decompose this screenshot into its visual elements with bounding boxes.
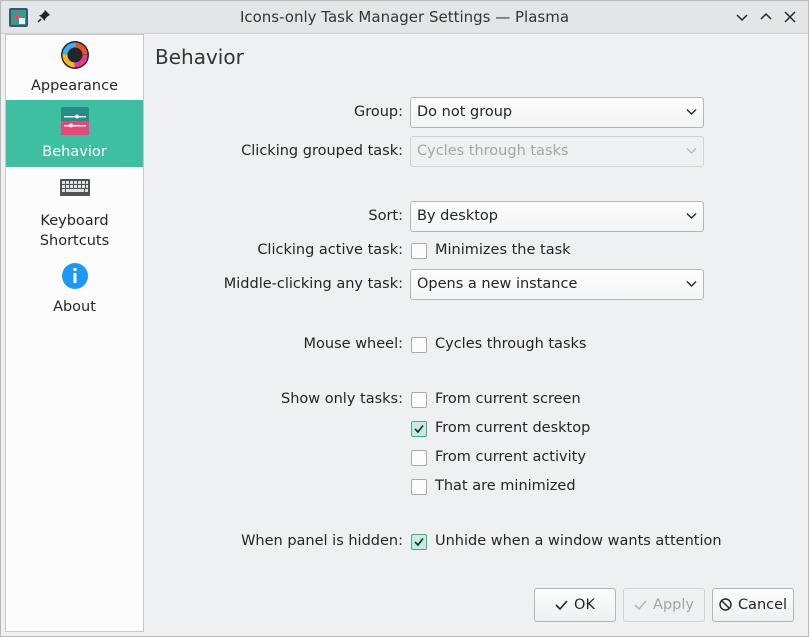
sliders-icon — [61, 107, 89, 135]
ok-label: OK — [574, 597, 595, 613]
color-wheel-icon — [61, 41, 89, 69]
clicking-grouped-label: Clicking grouped task: — [241, 143, 403, 159]
settings-window: Icons-only Task Manager Settings — Plasm… — [0, 0, 809, 637]
current-desktop-text[interactable]: From current desktop — [435, 420, 590, 436]
titlebar: Icons-only Task Manager Settings — Plasm… — [1, 1, 808, 34]
minimized-checkbox[interactable] — [411, 479, 427, 495]
sidebar-item-keyboard-shortcuts[interactable]: Keyboard Shortcuts — [6, 167, 143, 253]
apply-label: Apply — [653, 597, 694, 613]
current-activity-text[interactable]: From current activity — [435, 449, 586, 465]
show-only-label: Show only tasks: — [281, 391, 403, 407]
checkmark-icon — [414, 538, 424, 547]
current-screen-text[interactable]: From current screen — [435, 391, 581, 407]
clicking-grouped-combobox[interactable]: Cycles through tasks — [410, 136, 704, 167]
clicking-active-label: Clicking active task: — [257, 242, 403, 258]
unhide-attention-text[interactable]: Unhide when a window wants attention — [435, 533, 722, 549]
panel-hidden-label: When panel is hidden: — [241, 533, 403, 549]
sidebar-item-label-line2: Shortcuts — [39, 233, 110, 249]
mouse-wheel-text[interactable]: Cycles through tasks — [435, 336, 586, 352]
apply-button[interactable]: Apply — [623, 588, 705, 622]
middle-click-label: Middle-clicking any task: — [223, 276, 403, 292]
checkmark-icon — [414, 425, 424, 434]
current-desktop-checkbox[interactable] — [411, 421, 427, 437]
maximize-icon[interactable] — [758, 9, 774, 25]
unhide-attention-checkbox[interactable] — [411, 534, 427, 550]
chevron-down-icon — [686, 213, 697, 219]
middle-click-combobox[interactable]: Opens a new instance — [410, 269, 704, 300]
middle-click-value: Opens a new instance — [417, 276, 578, 292]
minimized-text[interactable]: That are minimized — [435, 478, 576, 494]
cancel-icon — [719, 598, 732, 611]
chevron-down-icon — [686, 109, 697, 115]
checkmark-icon — [555, 600, 568, 611]
ok-button[interactable]: OK — [534, 588, 616, 622]
minimizes-task-text[interactable]: Minimizes the task — [435, 242, 571, 258]
sidebar-item-label: Behavior — [42, 144, 107, 160]
sidebar: Appearance Behavior Keyboard Shortcuts A… — [5, 34, 144, 632]
sidebar-item-appearance[interactable]: Appearance — [6, 35, 143, 100]
window-title: Icons-only Task Manager Settings — Plasm… — [239, 8, 570, 26]
close-icon[interactable] — [782, 9, 798, 25]
sort-value: By desktop — [417, 208, 498, 224]
page-title: Behavior — [155, 45, 244, 69]
chevron-down-icon — [686, 148, 697, 154]
keyboard-icon — [60, 179, 90, 196]
cancel-button[interactable]: Cancel — [712, 588, 794, 622]
minimizes-task-checkbox[interactable] — [411, 243, 427, 259]
mouse-wheel-checkbox[interactable] — [411, 337, 427, 353]
current-screen-checkbox[interactable] — [411, 392, 427, 408]
mouse-wheel-label: Mouse wheel: — [303, 336, 403, 352]
checkmark-icon — [634, 600, 647, 611]
info-icon — [62, 263, 88, 289]
sidebar-item-label: Appearance — [30, 78, 119, 94]
sort-combobox[interactable]: By desktop — [410, 201, 704, 232]
group-label: Group: — [353, 104, 403, 120]
clicking-grouped-value: Cycles through tasks — [417, 143, 569, 159]
minimize-icon[interactable] — [734, 9, 750, 25]
behavior-page: Behavior Group: Do not group Clicking gr… — [145, 34, 808, 634]
sidebar-item-behavior[interactable]: Behavior — [6, 100, 143, 167]
cancel-label: Cancel — [737, 597, 788, 613]
sidebar-item-about[interactable]: About — [6, 253, 143, 319]
chevron-down-icon — [686, 281, 697, 287]
sidebar-item-label: About — [53, 299, 96, 315]
sidebar-item-label-line1: Keyboard — [40, 213, 109, 229]
sort-label: Sort: — [368, 208, 403, 224]
group-value: Do not group — [417, 104, 513, 120]
current-activity-checkbox[interactable] — [411, 450, 427, 466]
group-combobox[interactable]: Do not group — [410, 97, 704, 128]
